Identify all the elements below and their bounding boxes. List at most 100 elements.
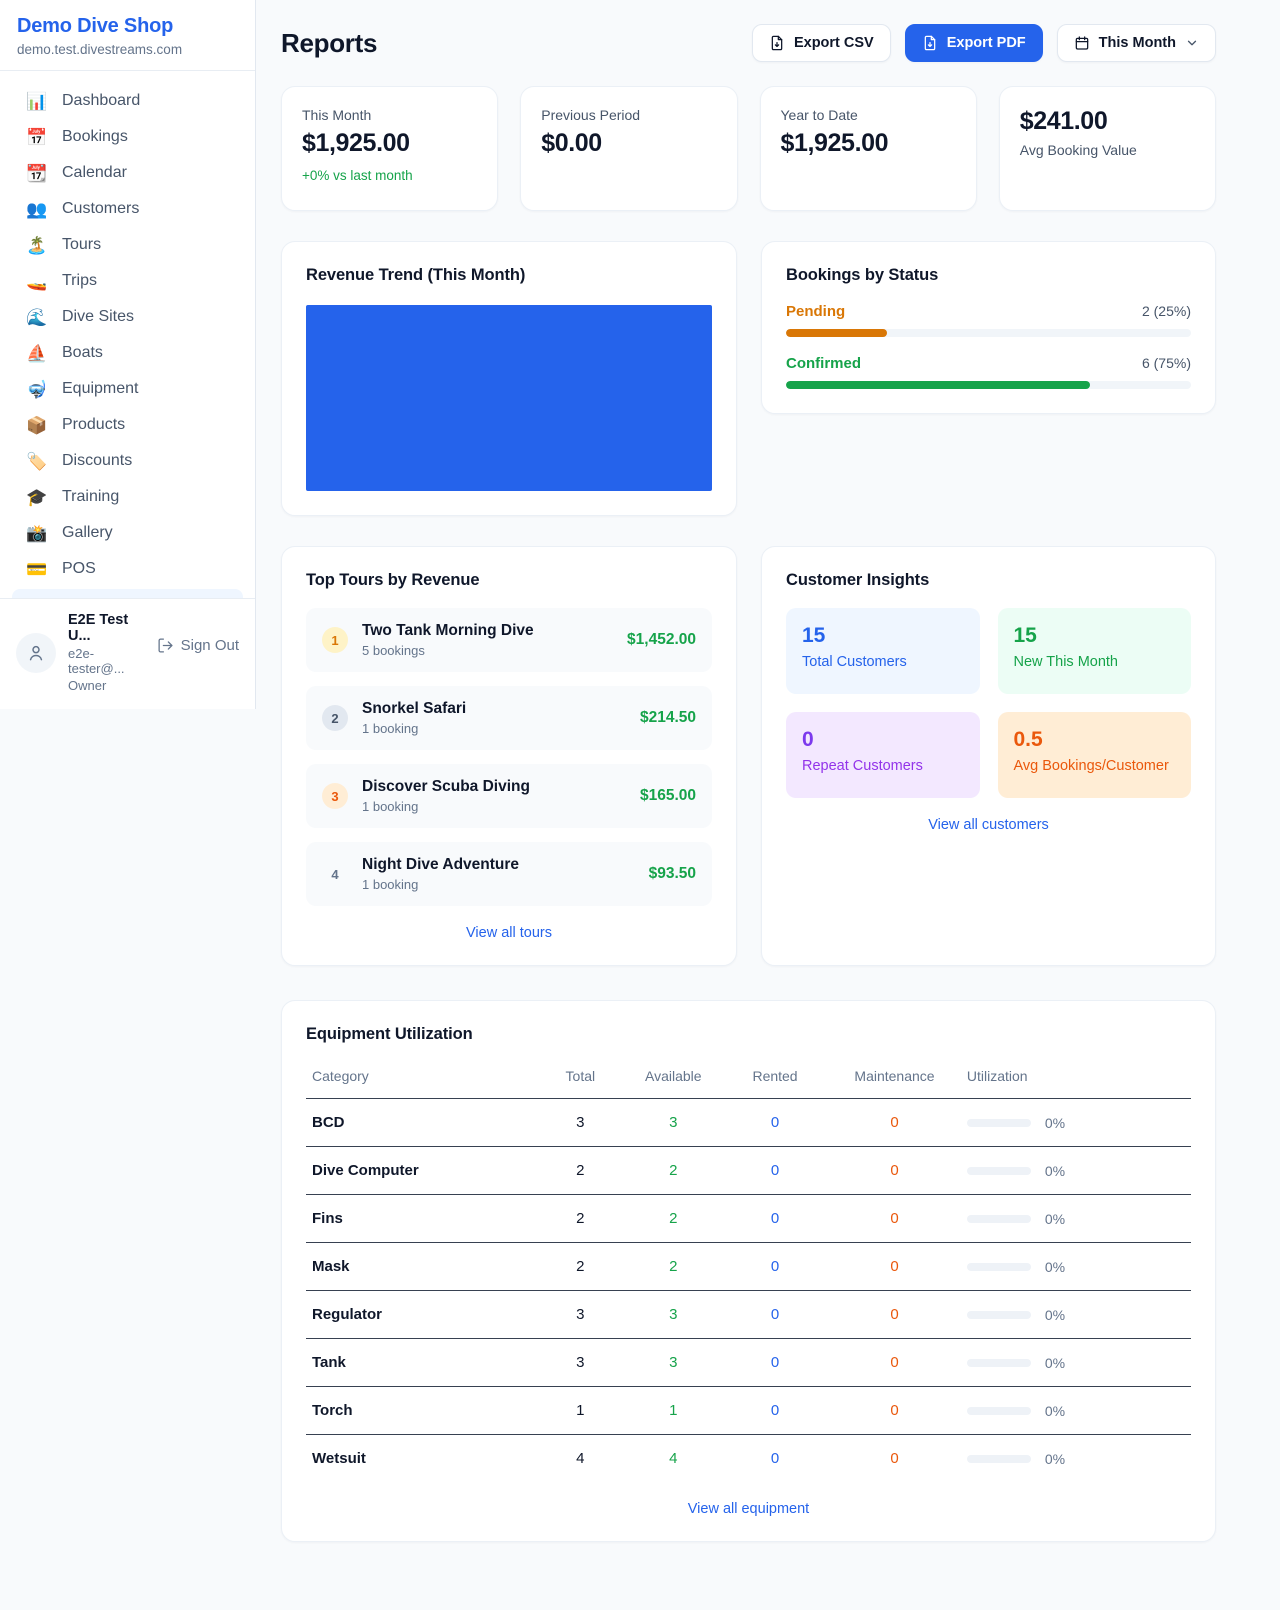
gallery-icon: 📸 [26, 525, 48, 542]
sidebar-item-trips[interactable]: 🚤 Trips [12, 263, 243, 299]
tour-amount: $165.00 [640, 787, 696, 805]
column-header-category: Category [306, 1058, 536, 1099]
page-title: Reports [281, 28, 377, 59]
customer-insights-title: Customer Insights [786, 571, 1191, 590]
cell-rented: 0 [722, 1243, 828, 1291]
shop-domain: demo.test.divestreams.com [17, 42, 238, 57]
cell-available: 3 [625, 1339, 722, 1387]
utilization-bar [967, 1455, 1031, 1463]
sidebar-item-customers[interactable]: 👥 Customers [12, 191, 243, 227]
stat-value: $1,925.00 [302, 129, 477, 158]
status-row-pending: Pending 2 (25%) [786, 303, 1191, 337]
bookings-by-status-card: Bookings by Status Pending 2 (25%) Confi… [761, 241, 1216, 414]
page-header: Reports Export CSV Export PDF This Month [281, 24, 1216, 62]
sidebar-item-tours[interactable]: 🏝️ Tours [12, 227, 243, 263]
period-dropdown[interactable]: This Month [1057, 24, 1216, 62]
cell-available: 3 [625, 1099, 722, 1147]
bookings-by-status-title: Bookings by Status [786, 266, 1191, 285]
cell-utilization: 0% [961, 1195, 1191, 1243]
stat-label: Avg Booking Value [1020, 142, 1195, 158]
sign-out-label: Sign Out [181, 637, 239, 654]
cell-maintenance: 0 [828, 1387, 961, 1435]
view-all-tours-link[interactable]: View all tours [306, 925, 712, 941]
cell-available: 2 [625, 1243, 722, 1291]
tour-amount: $1,452.00 [627, 631, 696, 649]
user-name: E2E Test U... [68, 612, 145, 644]
export-csv-button[interactable]: Export CSV [752, 24, 891, 62]
table-row: Dive Computer 2 2 0 0 0% [306, 1147, 1191, 1195]
equipment-utilization-card: Equipment Utilization Category Total Ava… [281, 1000, 1216, 1542]
tour-bookings: 1 booking [362, 877, 635, 892]
sidebar-item-gallery[interactable]: 📸 Gallery [12, 515, 243, 551]
cell-rented: 0 [722, 1099, 828, 1147]
cell-category: Mask [306, 1243, 536, 1291]
utilization-percent: 0% [1045, 1307, 1065, 1323]
status-label: Confirmed [786, 355, 861, 372]
cell-maintenance: 0 [828, 1195, 961, 1243]
chevron-down-icon [1185, 36, 1199, 50]
sidebar-item-equipment[interactable]: 🤿 Equipment [12, 371, 243, 407]
cell-rented: 0 [722, 1291, 828, 1339]
rank-badge: 2 [322, 705, 348, 731]
file-download-icon [922, 35, 938, 51]
cell-utilization: 0% [961, 1099, 1191, 1147]
cell-maintenance: 0 [828, 1435, 961, 1483]
sidebar-item-bookings[interactable]: 📅 Bookings [12, 119, 243, 155]
status-progress-track [786, 329, 1191, 337]
cell-category: Wetsuit [306, 1435, 536, 1483]
sidebar-item-label: Bookings [62, 128, 128, 146]
dive-sites-icon: 🌊 [26, 309, 48, 326]
stat-card-year-to-date: Year to Date $1,925.00 [760, 86, 977, 211]
tours-icon: 🏝️ [26, 237, 48, 254]
sign-out-button[interactable]: Sign Out [157, 637, 239, 654]
calendar-icon: 📆 [26, 165, 48, 182]
equipment-table: Category Total Available Rented Maintena… [306, 1058, 1191, 1482]
sidebar-item-reports[interactable] [12, 589, 243, 598]
tour-row: 4 Night Dive Adventure 1 booking $93.50 [306, 842, 712, 906]
sidebar-nav: 📊 Dashboard 📅 Bookings 📆 Calendar 👥 Cust… [0, 71, 255, 598]
tour-bookings: 1 booking [362, 799, 626, 814]
tile-label: Avg Bookings/Customer [1014, 758, 1176, 774]
view-all-equipment-link[interactable]: View all equipment [306, 1501, 1191, 1517]
rank-badge: 1 [322, 627, 348, 653]
sidebar-item-label: Boats [62, 344, 103, 362]
sidebar-item-calendar[interactable]: 📆 Calendar [12, 155, 243, 191]
sidebar-item-boats[interactable]: ⛵ Boats [12, 335, 243, 371]
utilization-bar [967, 1359, 1031, 1367]
charts-row: Revenue Trend (This Month) Bookings by S… [281, 241, 1216, 516]
cell-category: Tank [306, 1339, 536, 1387]
utilization-percent: 0% [1045, 1355, 1065, 1371]
view-all-customers-link[interactable]: View all customers [786, 817, 1191, 833]
utilization-percent: 0% [1045, 1163, 1065, 1179]
tour-bookings: 5 bookings [362, 643, 613, 658]
sidebar-item-products[interactable]: 📦 Products [12, 407, 243, 443]
tour-name: Snorkel Safari [362, 700, 626, 718]
equipment-icon: 🤿 [26, 381, 48, 398]
tour-list: 1 Two Tank Morning Dive 5 bookings $1,45… [306, 608, 712, 906]
export-pdf-label: Export PDF [947, 35, 1026, 51]
sidebar-item-dashboard[interactable]: 📊 Dashboard [12, 83, 243, 119]
cell-rented: 0 [722, 1435, 828, 1483]
cell-rented: 0 [722, 1387, 828, 1435]
tile-label: Repeat Customers [802, 758, 964, 774]
user-email: e2e-tester@... [68, 646, 145, 676]
products-icon: 📦 [26, 417, 48, 434]
export-pdf-button[interactable]: Export PDF [905, 24, 1043, 62]
sidebar-item-training[interactable]: 🎓 Training [12, 479, 243, 515]
equipment-utilization-title: Equipment Utilization [306, 1025, 1191, 1044]
table-row: Regulator 3 3 0 0 0% [306, 1291, 1191, 1339]
sidebar-item-dive-sites[interactable]: 🌊 Dive Sites [12, 299, 243, 335]
sidebar-item-pos[interactable]: 💳 POS [12, 551, 243, 587]
tile-label: New This Month [1014, 654, 1176, 670]
tour-name: Discover Scuba Diving [362, 778, 626, 796]
stat-card-avg-booking-value: $241.00 Avg Booking Value [999, 86, 1216, 211]
export-csv-label: Export CSV [794, 35, 874, 51]
cell-available: 4 [625, 1435, 722, 1483]
table-row: BCD 3 3 0 0 0% [306, 1099, 1191, 1147]
cell-maintenance: 0 [828, 1243, 961, 1291]
tour-amount: $93.50 [649, 865, 696, 883]
sidebar-item-discounts[interactable]: 🏷️ Discounts [12, 443, 243, 479]
utilization-percent: 0% [1045, 1451, 1065, 1467]
insight-tiles: 15 Total Customers 15 New This Month 0 R… [786, 608, 1191, 798]
sidebar-item-label: Gallery [62, 524, 113, 542]
